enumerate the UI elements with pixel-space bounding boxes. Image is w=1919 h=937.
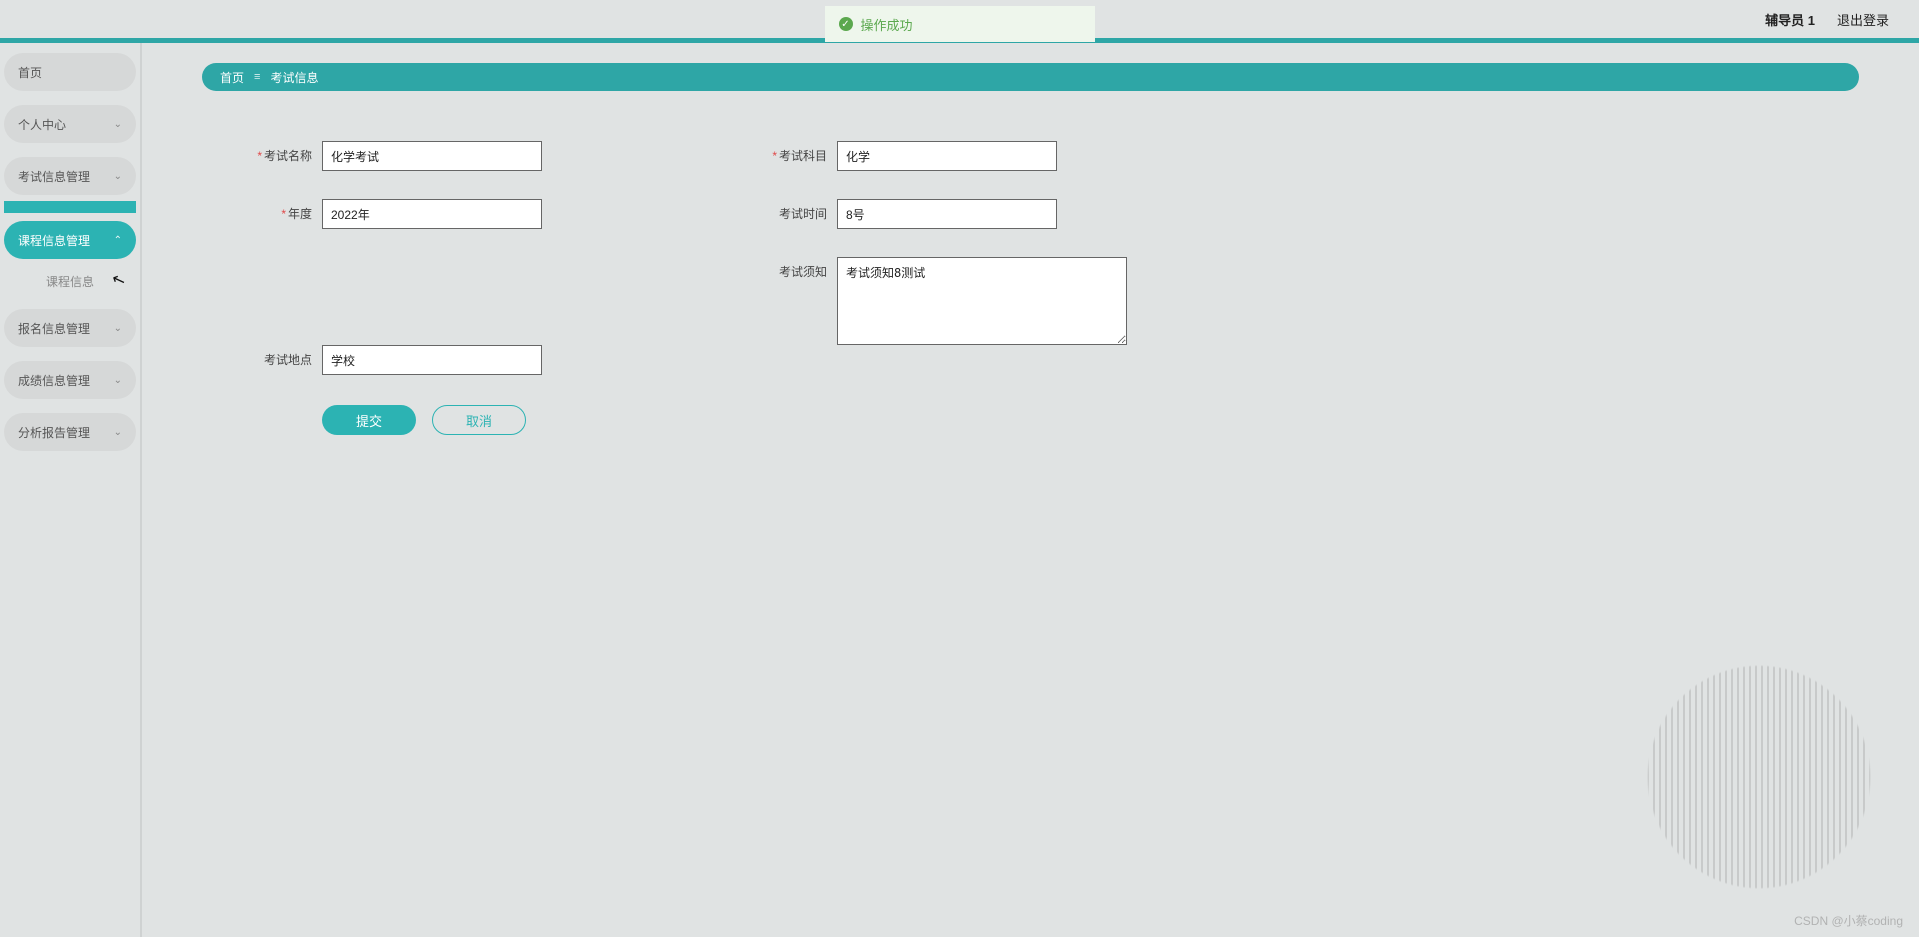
field-label: 考试须知: [779, 265, 827, 279]
field-label: 考试科目: [779, 149, 827, 163]
decorative-circle: [1629, 647, 1889, 907]
breadcrumb-home[interactable]: 首页: [220, 69, 244, 86]
exam-name-input[interactable]: [322, 141, 542, 171]
field-exam-time: 考试时间: [717, 199, 1202, 229]
sidebar-item-signup-info[interactable]: 报名信息管理 ⌄: [4, 309, 136, 347]
sidebar-item-label: 分析报告管理: [18, 424, 90, 441]
exam-place-input[interactable]: [322, 345, 542, 375]
form-buttons: 提交 取消: [322, 405, 687, 435]
field-year: *年度: [202, 199, 687, 229]
field-exam-subject: *考试科目: [717, 141, 1202, 171]
sidebar-item-report[interactable]: 分析报告管理 ⌄: [4, 413, 136, 451]
field-label: 考试地点: [264, 353, 312, 367]
sidebar-item-profile[interactable]: 个人中心 ⌄: [4, 105, 136, 143]
sidebar-item-label: 课程信息管理: [18, 232, 90, 249]
sidebar-item-label: 成绩信息管理: [18, 372, 90, 389]
sidebar: 首页 个人中心 ⌄ 考试信息管理 ⌄ 课程信息管理 ⌃ 课程信息 报名信息管理 …: [0, 43, 140, 937]
required-mark: *: [772, 149, 777, 163]
field-label: 考试名称: [264, 149, 312, 163]
sidebar-active-strip: [4, 201, 136, 213]
exam-time-input[interactable]: [837, 199, 1057, 229]
logout-link[interactable]: 退出登录: [1837, 10, 1889, 29]
sidebar-item-home[interactable]: 首页: [4, 53, 136, 91]
chevron-down-icon: ⌄: [114, 323, 122, 334]
chevron-down-icon: ⌄: [114, 427, 122, 438]
toast-text: 操作成功: [861, 15, 913, 34]
chevron-up-icon: ⌃: [114, 235, 122, 246]
chevron-down-icon: ⌄: [114, 375, 122, 386]
year-input[interactable]: [322, 199, 542, 229]
cancel-button[interactable]: 取消: [432, 405, 526, 435]
watermark-text: CSDN @小蔡coding: [1794, 912, 1903, 929]
sidebar-subitem-label: 课程信息: [46, 273, 94, 290]
sidebar-item-label: 考试信息管理: [18, 168, 90, 185]
breadcrumb-current: 考试信息: [270, 69, 318, 86]
required-mark: *: [257, 149, 262, 163]
sidebar-subitem-course[interactable]: 课程信息: [4, 267, 136, 295]
submit-button[interactable]: 提交: [322, 405, 416, 435]
chevron-down-icon: ⌄: [114, 171, 122, 182]
success-toast: ✓ 操作成功: [825, 6, 1095, 42]
breadcrumb-separator-icon: ≡: [254, 71, 260, 83]
field-exam-place: 考试地点: [202, 345, 687, 375]
exam-form: *考试名称 *年度 考试地点 提交 取消: [202, 141, 1202, 435]
sidebar-item-score-info[interactable]: 成绩信息管理 ⌄: [4, 361, 136, 399]
current-user-label: 辅导员 1: [1765, 10, 1815, 29]
sidebar-item-label: 报名信息管理: [18, 320, 90, 337]
exam-notice-textarea[interactable]: [837, 257, 1127, 345]
sidebar-item-label: 首页: [18, 64, 42, 81]
sidebar-item-label: 个人中心: [18, 116, 66, 133]
field-exam-name: *考试名称: [202, 141, 687, 171]
field-label: 年度: [288, 207, 312, 221]
main-panel: 首页 ≡ 考试信息 *考试名称 *年度 考试地点: [140, 43, 1919, 937]
check-circle-icon: ✓: [839, 17, 853, 31]
breadcrumb: 首页 ≡ 考试信息: [202, 63, 1859, 91]
required-mark: *: [281, 207, 286, 221]
field-exam-notice: 考试须知: [717, 257, 1202, 345]
exam-subject-input[interactable]: [837, 141, 1057, 171]
sidebar-item-exam-info[interactable]: 考试信息管理 ⌄: [4, 157, 136, 195]
sidebar-item-course-info[interactable]: 课程信息管理 ⌃: [4, 221, 136, 259]
chevron-down-icon: ⌄: [114, 119, 122, 130]
field-label: 考试时间: [779, 207, 827, 221]
